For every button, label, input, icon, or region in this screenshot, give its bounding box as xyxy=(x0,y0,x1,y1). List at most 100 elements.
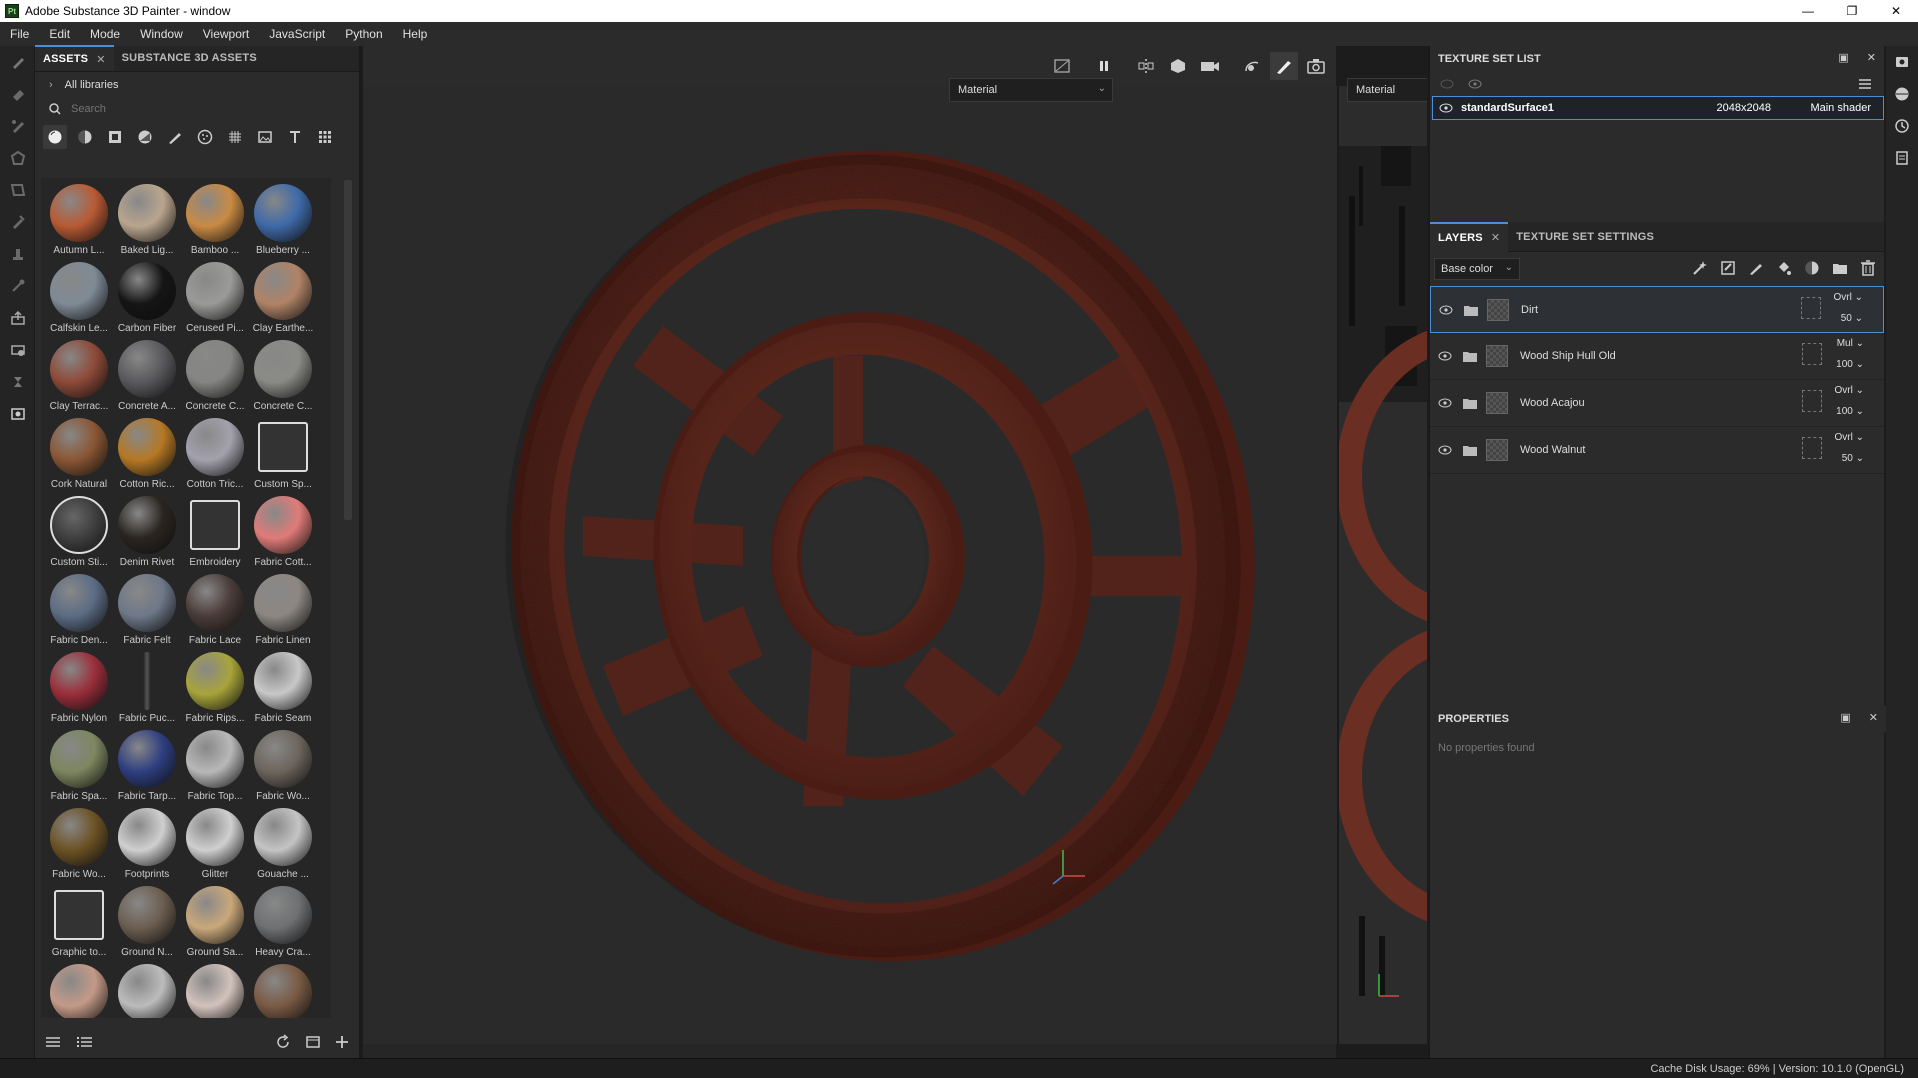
tab-assets[interactable]: ASSETS ✕ xyxy=(35,45,114,71)
menu-javascript[interactable]: JavaScript xyxy=(259,27,335,41)
menu-window[interactable]: Window xyxy=(130,27,193,41)
asset-tile[interactable]: Custom Sp... xyxy=(249,418,317,496)
eye-icon[interactable] xyxy=(1438,350,1452,362)
paint-mode-icon[interactable] xyxy=(1270,52,1298,80)
add-folder-icon[interactable] xyxy=(1830,258,1850,278)
pause-icon[interactable] xyxy=(1090,52,1118,80)
close-window-button[interactable]: ✕ xyxy=(1874,0,1918,22)
details-view-icon[interactable] xyxy=(77,1035,93,1052)
material-channel-dropdown-2d[interactable]: Material xyxy=(1347,78,1427,102)
asset-tile[interactable]: Fabric Wo... xyxy=(249,730,317,808)
asset-tile[interactable]: Concrete A... xyxy=(113,340,181,418)
eye-icon[interactable] xyxy=(1438,444,1452,456)
asset-tile[interactable]: Fabric Wo... xyxy=(45,808,113,886)
menu-help[interactable]: Help xyxy=(393,27,438,41)
maximize-button[interactable]: ❐ xyxy=(1830,0,1874,22)
tab-substance-3d-assets[interactable]: SUBSTANCE 3D ASSETS xyxy=(114,45,265,71)
eye-icon[interactable] xyxy=(1439,102,1453,114)
asset-tile[interactable]: Footprints xyxy=(113,808,181,886)
layer-opacity[interactable]: 50 ⌄ xyxy=(1841,313,1863,324)
close-panel-icon[interactable]: ✕ xyxy=(1869,711,1878,724)
asset-tile[interactable]: Autumn L... xyxy=(45,184,113,262)
asset-tile[interactable] xyxy=(249,964,317,1018)
smudge-tool-icon[interactable] xyxy=(0,174,35,206)
new-window-icon[interactable] xyxy=(305,1034,321,1053)
add-mask-icon[interactable] xyxy=(1718,258,1738,278)
iray-render-icon[interactable] xyxy=(0,366,35,398)
layer-row[interactable]: Wood Walnut Ovrl ⌄ 50 ⌄ xyxy=(1430,427,1884,474)
display-settings-icon[interactable] xyxy=(0,398,35,430)
eye-icon[interactable] xyxy=(1468,78,1482,90)
texture-set-list-icon[interactable] xyxy=(1886,46,1918,78)
asset-tile[interactable]: Gouache ... xyxy=(249,808,317,886)
asset-tile[interactable]: Graphic to... xyxy=(45,886,113,964)
layer-row[interactable]: Dirt Ovrl ⌄ 50 ⌄ xyxy=(1430,286,1884,333)
screenshot-camera-icon[interactable] xyxy=(1302,52,1330,80)
asset-tile[interactable]: Fabric Den... xyxy=(45,574,113,652)
filter-particles-icon[interactable] xyxy=(193,125,217,149)
polygon-fill-tool-icon[interactable] xyxy=(0,142,35,174)
filter-smart-masks-icon[interactable] xyxy=(133,125,157,149)
asset-tile[interactable]: Clay Terrac... xyxy=(45,340,113,418)
texture-set-row[interactable]: standardSurface1 2048x2048 Main shader xyxy=(1432,96,1884,120)
layer-blend-mode[interactable]: Ovrl ⌄ xyxy=(1833,292,1863,303)
layer-opacity[interactable]: 100 ⌄ xyxy=(1836,406,1864,417)
filter-all-grid-icon[interactable] xyxy=(313,125,337,149)
filter-masks-icon[interactable] xyxy=(103,125,127,149)
asset-tile[interactable]: Fabric Puc... xyxy=(113,652,181,730)
asset-tile[interactable] xyxy=(45,964,113,1018)
filter-textures-icon[interactable] xyxy=(223,125,247,149)
projection-tool-icon[interactable] xyxy=(0,110,35,142)
cube-view-icon[interactable] xyxy=(1164,52,1192,80)
filter-smart-materials-icon[interactable] xyxy=(73,125,97,149)
asset-tile[interactable]: Fabric Nylon xyxy=(45,652,113,730)
asset-tile[interactable]: Concrete C... xyxy=(249,340,317,418)
export-textures-icon[interactable] xyxy=(0,302,35,334)
log-icon[interactable] xyxy=(1886,142,1918,174)
asset-tile[interactable]: Cotton Tric... xyxy=(181,418,249,496)
asset-tile[interactable]: Calfskin Le... xyxy=(45,262,113,340)
mask-slot[interactable] xyxy=(1802,343,1822,365)
add-fill-layer-icon[interactable] xyxy=(1774,258,1794,278)
filter-environments-icon[interactable] xyxy=(253,125,277,149)
layer-row[interactable]: Wood Ship Hull Old Mul ⌄ 100 ⌄ xyxy=(1430,333,1884,380)
layer-blend-mode[interactable]: Ovrl ⌄ xyxy=(1834,385,1864,396)
history-icon[interactable] xyxy=(1886,110,1918,142)
menu-edit[interactable]: Edit xyxy=(39,27,80,41)
symmetry-icon[interactable] xyxy=(1132,52,1160,80)
minimize-button[interactable]: — xyxy=(1786,0,1830,22)
close-icon[interactable]: ✕ xyxy=(96,53,105,66)
add-smart-material-icon[interactable] xyxy=(1802,258,1822,278)
add-effect-icon[interactable] xyxy=(1690,258,1710,278)
display-settings-sphere-icon[interactable] xyxy=(1886,78,1918,110)
layer-row[interactable]: Wood Acajou Ovrl ⌄ 100 ⌄ xyxy=(1430,380,1884,427)
rotate-light-icon[interactable] xyxy=(1238,52,1266,80)
asset-tile[interactable]: Glitter xyxy=(181,808,249,886)
asset-tile[interactable] xyxy=(181,964,249,1018)
menu-viewport[interactable]: Viewport xyxy=(193,27,259,41)
3d-viewport[interactable] xyxy=(363,86,1337,1044)
close-panel-icon[interactable]: ✕ xyxy=(1867,51,1876,64)
layer-blend-mode[interactable]: Ovrl ⌄ xyxy=(1834,432,1864,443)
channel-dropdown[interactable]: Base color ⌄ xyxy=(1434,258,1520,280)
asset-tile[interactable]: Denim Rivet xyxy=(113,496,181,574)
eraser-tool-icon[interactable] xyxy=(0,78,35,110)
asset-tile[interactable]: Fabric Cott... xyxy=(249,496,317,574)
asset-tile[interactable]: Clay Earthe... xyxy=(249,262,317,340)
camera-icon[interactable] xyxy=(1196,52,1224,80)
asset-tile[interactable]: Baked Lig... xyxy=(113,184,181,262)
2d-uv-viewport[interactable] xyxy=(1337,86,1427,1044)
asset-tile[interactable]: Custom Sti... xyxy=(45,496,113,574)
list-view-icon[interactable] xyxy=(45,1035,61,1052)
asset-tile[interactable]: Fabric Felt xyxy=(113,574,181,652)
clone-tool-icon[interactable] xyxy=(0,206,35,238)
asset-tile[interactable]: Carbon Fiber xyxy=(113,262,181,340)
asset-tile[interactable]: Cork Natural xyxy=(45,418,113,496)
asset-tile[interactable] xyxy=(113,964,181,1018)
asset-tile[interactable]: Ground Sa... xyxy=(181,886,249,964)
color-picker-tool-icon[interactable] xyxy=(0,270,35,302)
asset-tile[interactable]: Embroidery xyxy=(181,496,249,574)
menu-mode[interactable]: Mode xyxy=(80,27,130,41)
asset-tile[interactable]: Fabric Linen xyxy=(249,574,317,652)
asset-tile[interactable]: Fabric Lace xyxy=(181,574,249,652)
